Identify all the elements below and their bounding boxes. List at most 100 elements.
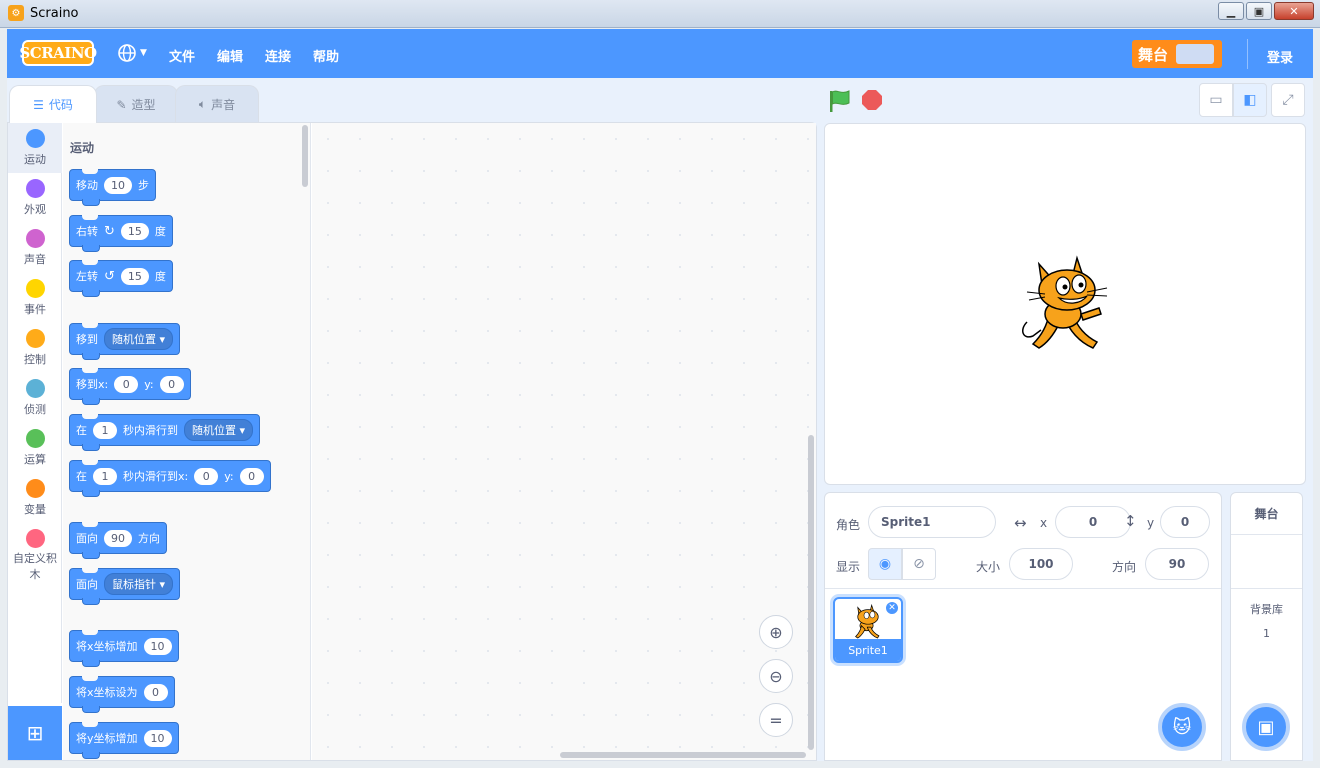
block-goto-xy[interactable]: 移到x: 0 y: 0: [69, 368, 191, 400]
zoom-out-button[interactable]: ⊖: [759, 659, 793, 693]
stop-button[interactable]: [862, 90, 882, 110]
script-workspace[interactable]: ⊕ ⊖ =: [312, 123, 816, 760]
block-input[interactable]: 1: [93, 468, 117, 485]
tab-sounds[interactable]: 🔈︎ 声音: [175, 85, 259, 123]
block-input[interactable]: 0: [240, 468, 264, 485]
add-extension-button[interactable]: ⊞: [8, 706, 62, 760]
maximize-button[interactable]: ▣: [1246, 2, 1272, 20]
block-input[interactable]: 15: [121, 268, 149, 285]
block-glide-xy[interactable]: 在 1 秒内滑行到x: 0 y: 0: [69, 460, 271, 492]
fullscreen-button[interactable]: ⤢: [1271, 83, 1305, 117]
y-label: y: [1147, 516, 1154, 530]
category-my-blocks[interactable]: 自定义积木: [8, 529, 62, 583]
zoom-reset-button[interactable]: =: [759, 703, 793, 737]
direction-field[interactable]: 90: [1145, 548, 1209, 580]
cat-add-icon: 🐱︎: [1173, 717, 1192, 738]
my-blocks-color-dot: [26, 529, 45, 548]
block-dropdown[interactable]: 随机位置: [184, 419, 253, 441]
block-input[interactable]: 1: [93, 422, 117, 439]
hide-button[interactable]: ⊘: [902, 548, 936, 580]
y-arrows-icon: ↕: [1124, 512, 1137, 530]
category-motion[interactable]: 运动: [8, 123, 62, 173]
category-sensing[interactable]: 侦测: [8, 379, 62, 417]
sprite-thumbnail-name: Sprite1: [835, 639, 901, 661]
stage-mode-toggle[interactable]: 舞台: [1132, 40, 1222, 68]
visibility-toggle: ◉ ⊘: [868, 548, 936, 580]
category-sound[interactable]: 声音: [8, 229, 62, 267]
category-label: 运动: [24, 151, 46, 167]
block-input[interactable]: 0: [160, 376, 184, 393]
zoom-in-button[interactable]: ⊕: [759, 615, 793, 649]
language-menu[interactable]: ▼: [117, 43, 147, 63]
block-text: y:: [144, 378, 153, 391]
x-position-field[interactable]: 0: [1055, 506, 1131, 538]
block-text: 移到: [76, 331, 98, 347]
tab-code[interactable]: ☰ 代码: [9, 85, 97, 123]
category-operators[interactable]: 运算: [8, 429, 62, 467]
workspace-horizontal-scrollbar[interactable]: [560, 752, 806, 758]
block-turn-left[interactable]: 左转 ↺ 15 度: [69, 260, 173, 292]
menu-connect[interactable]: 连接: [265, 46, 291, 65]
block-goto[interactable]: 移到 随机位置: [69, 323, 180, 355]
block-dropdown[interactable]: 随机位置: [104, 328, 173, 350]
cat-sprite[interactable]: [1019, 252, 1115, 356]
category-looks[interactable]: 外观: [8, 179, 62, 217]
block-point-towards[interactable]: 面向 鼠标指针: [69, 568, 180, 600]
block-turn-right[interactable]: 右转 ↻ 15 度: [69, 215, 173, 247]
delete-sprite-button[interactable]: ✕: [885, 601, 899, 615]
block-point-direction[interactable]: 面向 90 方向: [69, 522, 167, 554]
block-input[interactable]: 0: [194, 468, 218, 485]
size-field[interactable]: 100: [1009, 548, 1073, 580]
small-stage-icon: ▭: [1209, 92, 1222, 108]
cat-thumbnail-icon: [850, 603, 886, 641]
small-stage-button[interactable]: ▭: [1199, 83, 1233, 117]
block-text: 将y坐标增加: [76, 730, 138, 746]
speaker-icon: 🔈︎: [199, 97, 206, 112]
category-variables[interactable]: 变量: [8, 479, 62, 517]
sound-color-dot: [26, 229, 45, 248]
block-dropdown[interactable]: 鼠标指针: [104, 573, 173, 595]
sprite-thumbnail[interactable]: ✕ Sprite1: [833, 597, 903, 663]
category-control[interactable]: 控制: [8, 329, 62, 367]
app-logo[interactable]: SCRAINO: [22, 40, 94, 66]
category-events[interactable]: 事件: [8, 279, 62, 317]
fullscreen-icon: ⤢: [1282, 92, 1293, 108]
menu-file[interactable]: 文件: [169, 46, 195, 65]
block-change-y[interactable]: 将y坐标增加 10: [69, 722, 179, 754]
block-input[interactable]: 10: [104, 177, 132, 194]
block-input[interactable]: 10: [144, 730, 172, 747]
menu-edit[interactable]: 编辑: [217, 46, 243, 65]
palette-scrollbar[interactable]: [302, 125, 308, 187]
close-button[interactable]: ✕: [1274, 2, 1314, 20]
minimize-button[interactable]: ▁: [1218, 2, 1244, 20]
choose-sprite-button[interactable]: 🐱︎: [1158, 703, 1206, 751]
workspace-vertical-scrollbar[interactable]: [808, 435, 814, 750]
block-input[interactable]: 10: [144, 638, 172, 655]
y-position-field[interactable]: 0: [1160, 506, 1210, 538]
choose-backdrop-button[interactable]: ▣: [1242, 703, 1290, 751]
stage-canvas[interactable]: [824, 123, 1306, 485]
block-text: 步: [138, 177, 149, 193]
block-input[interactable]: 15: [121, 223, 149, 240]
app: SCRAINO ▼ 文件 编辑 连接 帮助 舞台 登录 ☰ 代码 ✎ 造型 🔈︎…: [7, 29, 1313, 761]
block-set-x[interactable]: 将x坐标设为 0: [69, 676, 175, 708]
block-move[interactable]: 移动 10 步: [69, 169, 156, 201]
sprite-info-pane: 角色 Sprite1 ↔ x 0 ↕ y 0 显示 ◉ ⊘ 大小 100 方向: [824, 492, 1222, 761]
block-text: 左转: [76, 268, 98, 284]
menu-help[interactable]: 帮助: [313, 46, 339, 65]
stage-selector-pane[interactable]: 舞台 背景库 1 ▣: [1230, 492, 1303, 761]
tab-costumes[interactable]: ✎ 造型: [94, 85, 178, 123]
stage-thumbnail[interactable]: [1231, 535, 1302, 589]
block-text: 方向: [138, 530, 160, 546]
large-stage-button[interactable]: ◧: [1233, 83, 1267, 117]
block-input[interactable]: 0: [144, 684, 168, 701]
block-glide[interactable]: 在 1 秒内滑行到 随机位置: [69, 414, 260, 446]
sprite-name-field[interactable]: Sprite1: [868, 506, 996, 538]
block-input[interactable]: 90: [104, 530, 132, 547]
show-button[interactable]: ◉: [868, 548, 902, 580]
green-flag-button[interactable]: [827, 89, 853, 113]
block-input[interactable]: 0: [114, 376, 138, 393]
block-change-x[interactable]: 将x坐标增加 10: [69, 630, 179, 662]
login-button[interactable]: 登录: [1267, 47, 1293, 66]
toggle-switch[interactable]: [1176, 44, 1214, 64]
